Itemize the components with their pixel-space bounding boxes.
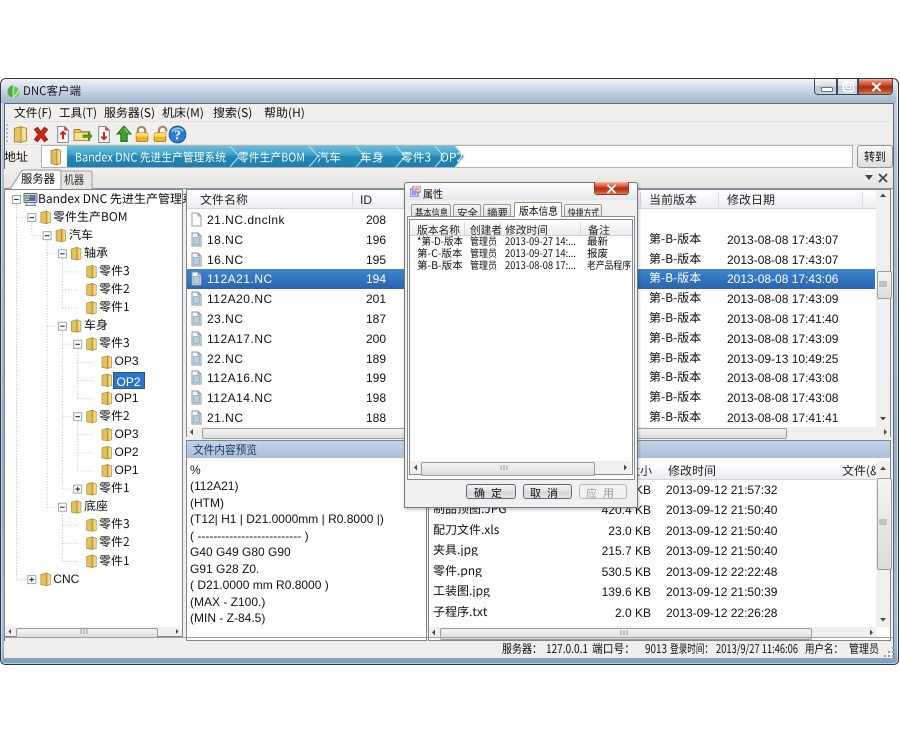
svg-text:?: ? (174, 128, 181, 143)
